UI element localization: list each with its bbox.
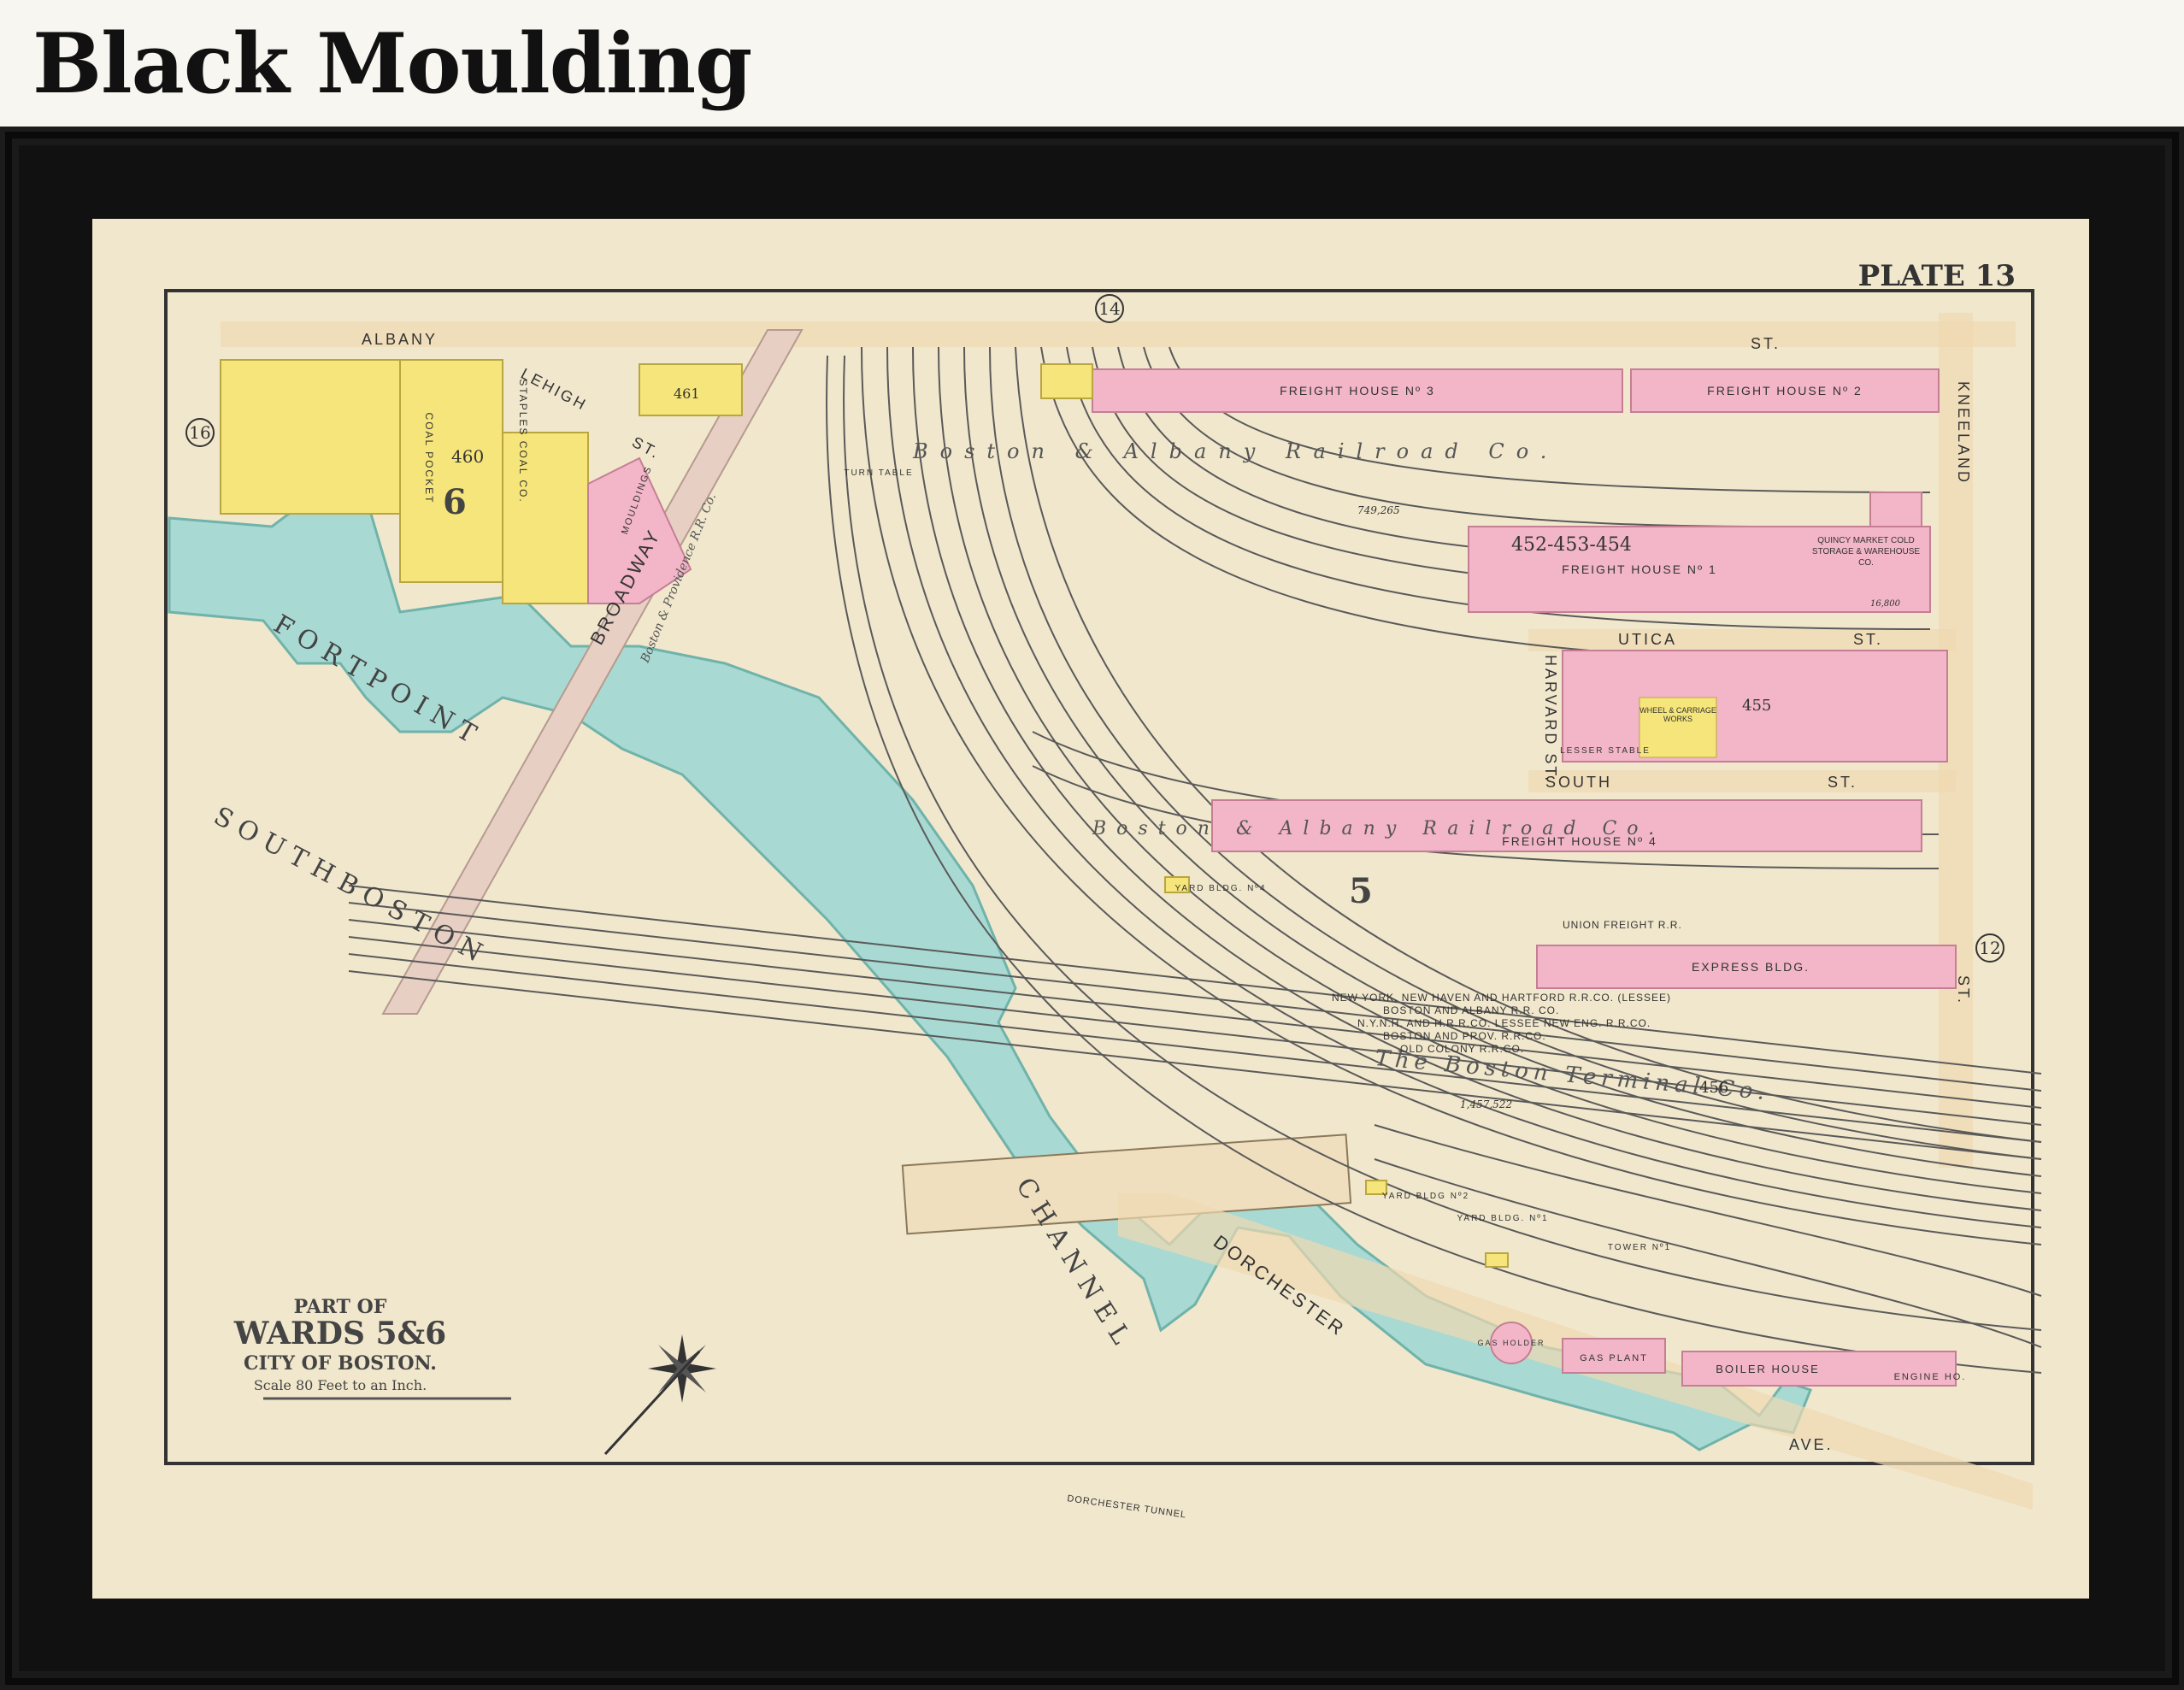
rr-nyhh-5: OLD COLONY R.R.CO. [1400, 1043, 1524, 1055]
label-fh2: FREIGHT HOUSE Nº 2 [1707, 384, 1863, 397]
label-yard4: YARD BLDG. Nº4 [1174, 884, 1266, 893]
label-express: EXPRESS BLDG. [1692, 960, 1810, 974]
label-quincy-wrap: QUINCY MARKET COLD STORAGE & WAREHOUSE C… [1811, 536, 1921, 568]
rr-boston-albany-lower: Boston & Albany Railroad Co. [1092, 818, 1664, 839]
label-gas-holder: GAS HOLDER [1477, 1339, 1545, 1347]
tower-rect [1485, 1252, 1509, 1268]
map-plate: PLATE 13 PART OF WARDS 5&6 CITY OF BOSTO… [92, 219, 2089, 1599]
street-kneeland-st: ST. [1955, 975, 1972, 1005]
label-wheel-wrap: WHEEL & CARRIAGE WORKS [1639, 706, 1716, 723]
num-455: 455 [1742, 697, 1771, 715]
rr-nyhh-1: NEW YORK, NEW HAVEN AND HARTFORD R.R.CO.… [1332, 992, 1671, 1004]
num-456: 456 [1699, 1079, 1728, 1097]
label-block-nums: 452-453-454 [1511, 534, 1632, 556]
street-harvard: HARVARD ST. [1542, 655, 1559, 783]
label-staples: STAPLES COAL CO. [517, 379, 529, 503]
label-turntable: TURN TABLE [844, 468, 913, 478]
sheet-ref-right: 12 [1979, 938, 2000, 958]
label-wheel-works: WHEEL & CARRIAGE WORKS [1639, 706, 1716, 723]
label-coal-pocket: COAL POCKET [423, 413, 435, 504]
street-south-st: ST. [1828, 774, 1857, 791]
label-gas-plant: GAS PLANT [1580, 1353, 1648, 1363]
ward-6-number: 6 [443, 482, 467, 522]
street-albany: ALBANY [362, 331, 438, 348]
pink-annex [1869, 492, 1922, 527]
num-461: 461 [674, 386, 700, 402]
rr-nyhh-2: BOSTON AND ALBANY R.R. CO. [1383, 1004, 1559, 1016]
rr-boston-albany: Boston & Albany Railroad Co. [912, 439, 1558, 463]
label-fh3: FREIGHT HOUSE Nº 3 [1280, 384, 1435, 397]
label-yard1: YARD BLDG. Nº1 [1457, 1214, 1548, 1223]
ward6-yellow-block-2 [399, 359, 503, 583]
label-fh1: FREIGHT HOUSE Nº 1 [1562, 562, 1717, 576]
rr-nyhh-3: N.Y.N.H. AND H.R.R.CO. LESSEE NEW ENG. R… [1357, 1017, 1651, 1029]
sheet-ref-left: 16 [189, 422, 210, 443]
ward-5-number: 5 [1349, 871, 1373, 911]
num-area-3: 16,800 [1870, 599, 1901, 609]
label-quincy: QUINCY MARKET COLD STORAGE & WAREHOUSE C… [1811, 536, 1921, 568]
num-area-1: 749,265 [1357, 504, 1400, 516]
num-460: 460 [451, 446, 484, 467]
ward6-yellow-block-1 [220, 359, 401, 515]
num-area-2: 1,457,522 [1460, 1098, 1512, 1110]
rr-union-freight: UNION FREIGHT R.R. [1563, 919, 1682, 931]
street-utica: UTICA [1618, 631, 1677, 648]
label-yard2: YARD BLDG Nº2 [1382, 1192, 1469, 1201]
title-scale: Scale 80 Feet to an Inch. [254, 1377, 427, 1393]
page-title: Black Moulding [32, 15, 752, 112]
label-tower: TOWER Nº1 [1608, 1243, 1671, 1252]
label-boiler: BOILER HOUSE [1716, 1363, 1820, 1375]
street-albany-st: ST. [1751, 335, 1781, 352]
title-wards: WARDS 5&6 [233, 1316, 446, 1351]
street-south: SOUTH [1545, 774, 1612, 791]
street-ave: AVE. [1789, 1436, 1834, 1453]
small-yellow-shop [1040, 363, 1093, 399]
label-engine: ENGINE HO. [1894, 1372, 1967, 1382]
utica-street [1528, 629, 1956, 651]
title-city: CITY OF BOSTON. [244, 1352, 437, 1375]
plate-number: PLATE 13 [1858, 259, 2016, 293]
street-utica-st: ST. [1853, 631, 1883, 648]
rr-nyhh-4: BOSTON AND PROV. R.R.CO. [1383, 1030, 1546, 1042]
label-lesser-stable: LESSER STABLE [1560, 746, 1651, 756]
sheet-ref-top: 14 [1098, 298, 1120, 319]
ward6-yellow-block-3 [502, 432, 589, 604]
albany-street [221, 321, 2016, 347]
street-kneeland: KNEELAND [1955, 381, 1972, 485]
